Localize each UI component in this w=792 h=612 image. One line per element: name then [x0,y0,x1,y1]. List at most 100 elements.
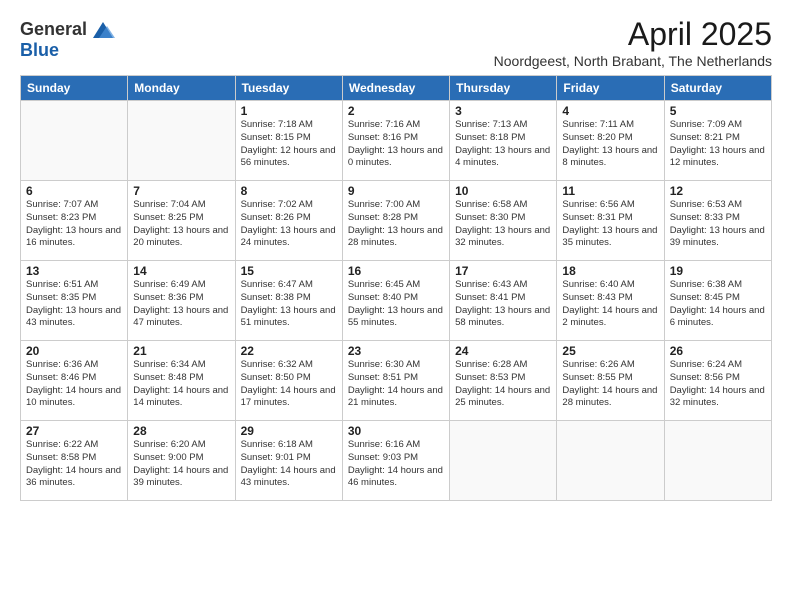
col-saturday: Saturday [664,76,771,101]
col-tuesday: Tuesday [235,76,342,101]
day-info: Sunrise: 6:34 AM Sunset: 8:48 PM Dayligh… [133,359,229,410]
calendar-cell: 24Sunrise: 6:28 AM Sunset: 8:53 PM Dayli… [450,341,557,421]
header: General Blue April 2025 Noordgeest, Nort… [20,16,772,69]
col-friday: Friday [557,76,664,101]
calendar-cell: 13Sunrise: 6:51 AM Sunset: 8:35 PM Dayli… [21,261,128,341]
day-number: 12 [670,184,766,198]
day-info: Sunrise: 7:02 AM Sunset: 8:26 PM Dayligh… [241,199,337,250]
calendar-cell: 29Sunrise: 6:18 AM Sunset: 9:01 PM Dayli… [235,421,342,501]
day-info: Sunrise: 7:07 AM Sunset: 8:23 PM Dayligh… [26,199,122,250]
logo-icon [89,16,117,44]
calendar-cell [557,421,664,501]
day-number: 3 [455,104,551,118]
calendar-cell: 15Sunrise: 6:47 AM Sunset: 8:38 PM Dayli… [235,261,342,341]
calendar-cell: 23Sunrise: 6:30 AM Sunset: 8:51 PM Dayli… [342,341,449,421]
calendar-cell: 18Sunrise: 6:40 AM Sunset: 8:43 PM Dayli… [557,261,664,341]
day-info: Sunrise: 6:47 AM Sunset: 8:38 PM Dayligh… [241,279,337,330]
calendar-cell: 4Sunrise: 7:11 AM Sunset: 8:20 PM Daylig… [557,101,664,181]
day-info: Sunrise: 6:45 AM Sunset: 8:40 PM Dayligh… [348,279,444,330]
calendar-cell: 27Sunrise: 6:22 AM Sunset: 8:58 PM Dayli… [21,421,128,501]
calendar-cell: 17Sunrise: 6:43 AM Sunset: 8:41 PM Dayli… [450,261,557,341]
day-number: 27 [26,424,122,438]
calendar-cell: 12Sunrise: 6:53 AM Sunset: 8:33 PM Dayli… [664,181,771,261]
day-info: Sunrise: 6:38 AM Sunset: 8:45 PM Dayligh… [670,279,766,330]
day-number: 26 [670,344,766,358]
day-info: Sunrise: 6:40 AM Sunset: 8:43 PM Dayligh… [562,279,658,330]
day-number: 30 [348,424,444,438]
day-number: 2 [348,104,444,118]
title-block: April 2025 Noordgeest, North Brabant, Th… [494,16,772,69]
day-number: 19 [670,264,766,278]
day-info: Sunrise: 6:22 AM Sunset: 8:58 PM Dayligh… [26,439,122,490]
day-number: 7 [133,184,229,198]
calendar-header-row: Sunday Monday Tuesday Wednesday Thursday… [21,76,772,101]
day-info: Sunrise: 6:20 AM Sunset: 9:00 PM Dayligh… [133,439,229,490]
calendar-cell: 6Sunrise: 7:07 AM Sunset: 8:23 PM Daylig… [21,181,128,261]
day-info: Sunrise: 6:58 AM Sunset: 8:30 PM Dayligh… [455,199,551,250]
calendar-cell: 9Sunrise: 7:00 AM Sunset: 8:28 PM Daylig… [342,181,449,261]
day-info: Sunrise: 6:16 AM Sunset: 9:03 PM Dayligh… [348,439,444,490]
day-info: Sunrise: 7:00 AM Sunset: 8:28 PM Dayligh… [348,199,444,250]
calendar-cell: 10Sunrise: 6:58 AM Sunset: 8:30 PM Dayli… [450,181,557,261]
day-number: 16 [348,264,444,278]
day-info: Sunrise: 7:04 AM Sunset: 8:25 PM Dayligh… [133,199,229,250]
day-info: Sunrise: 6:53 AM Sunset: 8:33 PM Dayligh… [670,199,766,250]
day-number: 28 [133,424,229,438]
calendar-cell: 1Sunrise: 7:18 AM Sunset: 8:15 PM Daylig… [235,101,342,181]
logo-general: General [20,20,87,40]
day-number: 17 [455,264,551,278]
calendar-cell: 26Sunrise: 6:24 AM Sunset: 8:56 PM Dayli… [664,341,771,421]
calendar-table: Sunday Monday Tuesday Wednesday Thursday… [20,75,772,501]
day-info: Sunrise: 7:13 AM Sunset: 8:18 PM Dayligh… [455,119,551,170]
day-info: Sunrise: 7:16 AM Sunset: 8:16 PM Dayligh… [348,119,444,170]
col-monday: Monday [128,76,235,101]
day-info: Sunrise: 6:30 AM Sunset: 8:51 PM Dayligh… [348,359,444,410]
day-info: Sunrise: 6:56 AM Sunset: 8:31 PM Dayligh… [562,199,658,250]
day-number: 23 [348,344,444,358]
logo-blue: Blue [20,40,59,61]
day-number: 10 [455,184,551,198]
calendar-cell: 8Sunrise: 7:02 AM Sunset: 8:26 PM Daylig… [235,181,342,261]
day-number: 9 [348,184,444,198]
calendar-week-1: 1Sunrise: 7:18 AM Sunset: 8:15 PM Daylig… [21,101,772,181]
day-info: Sunrise: 6:28 AM Sunset: 8:53 PM Dayligh… [455,359,551,410]
calendar-cell: 2Sunrise: 7:16 AM Sunset: 8:16 PM Daylig… [342,101,449,181]
calendar-cell: 7Sunrise: 7:04 AM Sunset: 8:25 PM Daylig… [128,181,235,261]
calendar-cell: 25Sunrise: 6:26 AM Sunset: 8:55 PM Dayli… [557,341,664,421]
day-number: 11 [562,184,658,198]
calendar-cell: 21Sunrise: 6:34 AM Sunset: 8:48 PM Dayli… [128,341,235,421]
calendar-cell [128,101,235,181]
calendar-cell: 14Sunrise: 6:49 AM Sunset: 8:36 PM Dayli… [128,261,235,341]
calendar-cell [450,421,557,501]
calendar-cell: 22Sunrise: 6:32 AM Sunset: 8:50 PM Dayli… [235,341,342,421]
day-info: Sunrise: 6:26 AM Sunset: 8:55 PM Dayligh… [562,359,658,410]
calendar-cell: 28Sunrise: 6:20 AM Sunset: 9:00 PM Dayli… [128,421,235,501]
calendar-cell [664,421,771,501]
day-info: Sunrise: 7:18 AM Sunset: 8:15 PM Dayligh… [241,119,337,170]
calendar-week-2: 6Sunrise: 7:07 AM Sunset: 8:23 PM Daylig… [21,181,772,261]
day-info: Sunrise: 6:43 AM Sunset: 8:41 PM Dayligh… [455,279,551,330]
col-sunday: Sunday [21,76,128,101]
day-info: Sunrise: 7:11 AM Sunset: 8:20 PM Dayligh… [562,119,658,170]
day-info: Sunrise: 6:51 AM Sunset: 8:35 PM Dayligh… [26,279,122,330]
col-wednesday: Wednesday [342,76,449,101]
day-number: 6 [26,184,122,198]
day-number: 20 [26,344,122,358]
day-number: 14 [133,264,229,278]
day-info: Sunrise: 7:09 AM Sunset: 8:21 PM Dayligh… [670,119,766,170]
day-number: 13 [26,264,122,278]
calendar-week-5: 27Sunrise: 6:22 AM Sunset: 8:58 PM Dayli… [21,421,772,501]
logo: General Blue [20,16,117,61]
calendar-cell: 30Sunrise: 6:16 AM Sunset: 9:03 PM Dayli… [342,421,449,501]
day-info: Sunrise: 6:36 AM Sunset: 8:46 PM Dayligh… [26,359,122,410]
day-number: 24 [455,344,551,358]
calendar-week-4: 20Sunrise: 6:36 AM Sunset: 8:46 PM Dayli… [21,341,772,421]
day-number: 18 [562,264,658,278]
calendar-cell: 11Sunrise: 6:56 AM Sunset: 8:31 PM Dayli… [557,181,664,261]
main-title: April 2025 [494,16,772,53]
day-number: 4 [562,104,658,118]
day-number: 5 [670,104,766,118]
day-info: Sunrise: 6:18 AM Sunset: 9:01 PM Dayligh… [241,439,337,490]
day-number: 22 [241,344,337,358]
day-number: 8 [241,184,337,198]
